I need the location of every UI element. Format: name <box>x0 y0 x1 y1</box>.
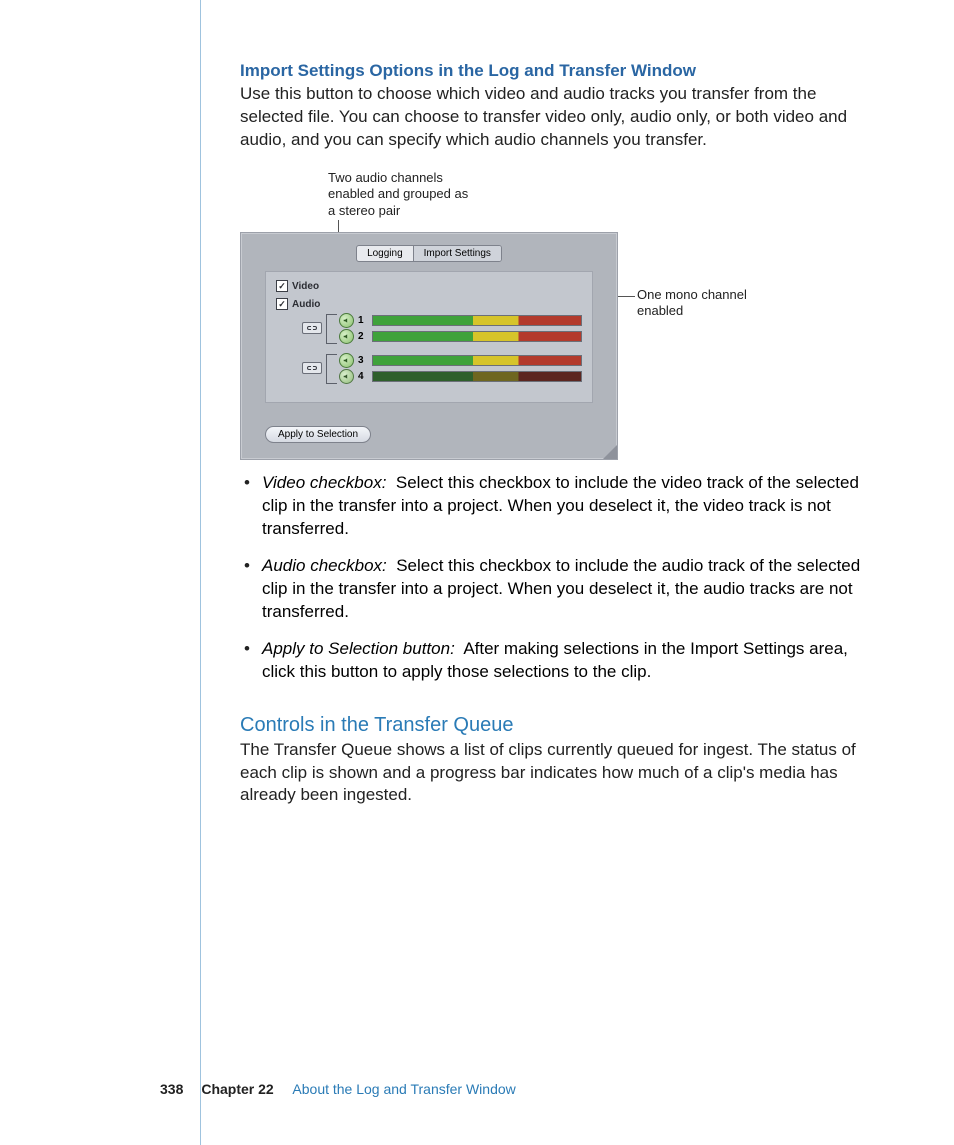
audio-checkbox-label: Audio <box>292 299 320 310</box>
channel-row-1: 1 <box>332 312 582 328</box>
chapter-label: Chapter 22 <box>201 1081 273 1097</box>
tab-import-settings[interactable]: Import Settings <box>414 246 501 261</box>
channel-number: 1 <box>358 315 366 326</box>
speaker-icon[interactable] <box>339 329 354 344</box>
intro-paragraph: Use this button to choose which video an… <box>240 83 880 152</box>
import-settings-figure: Two audio channels enabled and grouped a… <box>240 170 880 460</box>
tab-logging[interactable]: Logging <box>357 246 413 261</box>
link-icon <box>302 362 322 374</box>
level-meter <box>372 355 582 366</box>
subsection-heading: Import Settings Options in the Log and T… <box>240 60 880 81</box>
chapter-title: About the Log and Transfer Window <box>292 1081 515 1097</box>
level-meter <box>372 331 582 342</box>
panel-inner: ✓ Video ✓ Audio <box>265 271 593 403</box>
callout-mono: One mono channel enabled <box>637 287 787 320</box>
audio-checkbox[interactable]: ✓ <box>276 298 288 310</box>
apply-to-selection-button[interactable]: Apply to Selection <box>265 426 371 443</box>
stereo-link-2[interactable] <box>302 362 322 374</box>
transfer-queue-paragraph: The Transfer Queue shows a list of clips… <box>240 739 880 808</box>
speaker-icon[interactable] <box>339 369 354 384</box>
video-checkbox-label: Video <box>292 281 319 292</box>
channel-row-2: 2 <box>332 328 582 344</box>
audio-channels-area: 1 2 3 <box>302 312 582 396</box>
bullet-video-checkbox: Video checkbox: Select this checkbox to … <box>240 472 880 541</box>
video-checkbox-row[interactable]: ✓ Video <box>276 280 319 292</box>
channel-number: 3 <box>358 355 366 366</box>
level-meter <box>372 315 582 326</box>
tab-bar: Logging Import Settings <box>241 243 617 262</box>
channel-row-3: 3 <box>332 352 582 368</box>
page-footer: 338 Chapter 22 About the Log and Transfe… <box>160 1081 516 1097</box>
channel-row-4: 4 <box>332 368 582 384</box>
bullet-apply-button: Apply to Selection button: After making … <box>240 638 880 684</box>
callout-stereo-pair: Two audio channels enabled and grouped a… <box>328 170 478 219</box>
video-checkbox[interactable]: ✓ <box>276 280 288 292</box>
channel-number: 4 <box>358 371 366 382</box>
import-settings-panel: Logging Import Settings ✓ Video ✓ Audio <box>240 232 618 460</box>
resize-corner-icon[interactable] <box>603 445 617 459</box>
speaker-icon[interactable] <box>339 313 354 328</box>
speaker-icon[interactable] <box>339 353 354 368</box>
audio-checkbox-row[interactable]: ✓ Audio <box>276 298 320 310</box>
section-heading-transfer-queue: Controls in the Transfer Queue <box>240 714 880 737</box>
margin-rule <box>200 0 201 1145</box>
bullet-audio-checkbox: Audio checkbox: Select this checkbox to … <box>240 555 880 624</box>
stereo-link-1[interactable] <box>302 322 322 334</box>
level-meter <box>372 371 582 382</box>
link-icon <box>302 322 322 334</box>
channel-number: 2 <box>358 331 366 342</box>
page-number: 338 <box>160 1081 183 1097</box>
